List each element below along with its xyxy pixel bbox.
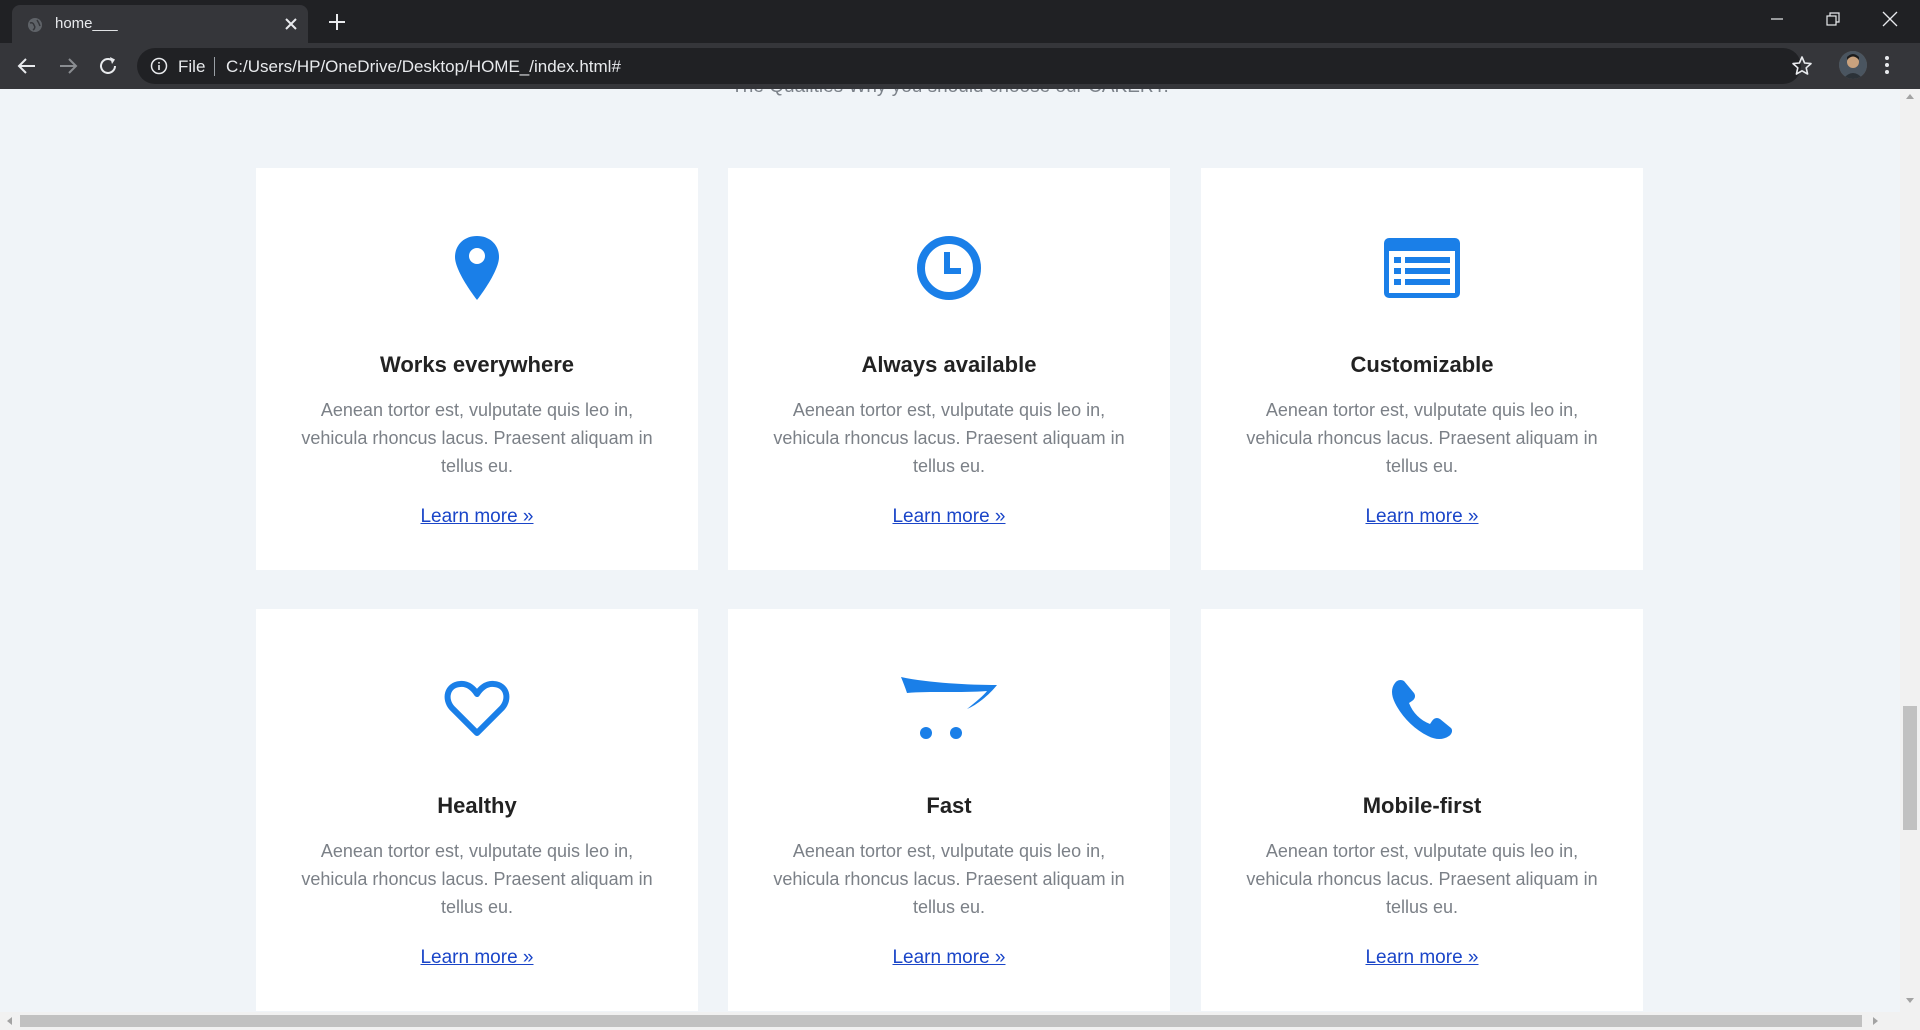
- learn-more-link[interactable]: Learn more »: [1201, 947, 1643, 969]
- browser-tab[interactable]: home___: [12, 5, 308, 43]
- restore-icon[interactable]: [1822, 8, 1844, 30]
- feature-card: Always available Aenean tortor est, vulp…: [728, 168, 1170, 570]
- feature-description: Aenean tortor est, vulputate quis leo in…: [1246, 841, 1598, 917]
- feature-title: Fast: [926, 793, 972, 818]
- feature-title: Mobile-first: [1362, 793, 1482, 818]
- section-subtitle: The Qualities Why you should choose our …: [0, 89, 1900, 98]
- feature-card: Fast Aenean tortor est, vulputate quis l…: [728, 609, 1170, 1011]
- feature-description: Aenean tortor est, vulputate quis leo in…: [301, 841, 653, 917]
- feature-description: Aenean tortor est, vulputate quis leo in…: [773, 400, 1125, 476]
- learn-more-link[interactable]: Learn more »: [1201, 506, 1643, 528]
- reload-icon[interactable]: [97, 55, 119, 77]
- learn-more-link[interactable]: Learn more »: [256, 947, 698, 969]
- scroll-down-arrow-icon[interactable]: [1906, 998, 1914, 1003]
- browser-toolbar: File C:/Users/HP/OneDrive/Desktop/HOME_/…: [0, 43, 1920, 89]
- new-tab-icon[interactable]: [326, 11, 348, 33]
- forward-icon[interactable]: [57, 55, 79, 77]
- scroll-up-arrow-icon[interactable]: [1906, 94, 1914, 99]
- feature-card: Healthy Aenean tortor est, vulputate qui…: [256, 609, 698, 1011]
- feature-card: Mobile-first Aenean tortor est, vulputat…: [1201, 609, 1643, 1011]
- feature-title: Works everywhere: [379, 352, 575, 377]
- profile-picture: [1839, 51, 1867, 79]
- horizontal-scroll-thumb[interactable]: [20, 1015, 1862, 1027]
- info-icon[interactable]: [150, 57, 168, 75]
- browser-menu-icon[interactable]: [1884, 54, 1890, 76]
- feature-card: Customizable Aenean tortor est, vulputat…: [1201, 168, 1643, 570]
- clock-icon: [917, 236, 981, 300]
- feature-title: Customizable: [1350, 352, 1494, 377]
- close-window-icon[interactable]: [1879, 8, 1901, 30]
- scroll-right-arrow-icon[interactable]: [1873, 1017, 1878, 1025]
- feature-description: Aenean tortor est, vulputate quis leo in…: [1246, 400, 1598, 476]
- page-viewport: The Qualities Why you should choose our …: [0, 89, 1900, 1012]
- globe-icon: [28, 18, 42, 32]
- profile-avatar[interactable]: [1839, 51, 1867, 79]
- learn-more-link[interactable]: Learn more »: [256, 506, 698, 528]
- scroll-left-arrow-icon[interactable]: [7, 1017, 12, 1025]
- phone-icon: [1392, 679, 1453, 739]
- feature-title: Healthy: [437, 793, 517, 818]
- scheme-label: File: [178, 57, 206, 76]
- browser-tab-bar: home___: [0, 0, 1920, 43]
- back-icon[interactable]: [16, 55, 38, 77]
- vertical-scroll-thumb[interactable]: [1903, 706, 1917, 830]
- feature-card: Works everywhere Aenean tortor est, vulp…: [256, 168, 698, 570]
- list-icon: [1384, 238, 1460, 298]
- learn-more-link[interactable]: Learn more »: [728, 947, 1170, 969]
- vertical-scrollbar[interactable]: [1900, 89, 1920, 1012]
- url-text[interactable]: C:/Users/HP/OneDrive/Desktop/HOME_/index…: [226, 57, 621, 77]
- heart-icon: [444, 680, 510, 736]
- tab-title: home___: [55, 15, 118, 32]
- feature-description: Aenean tortor est, vulputate quis leo in…: [301, 400, 653, 476]
- learn-more-link[interactable]: Learn more »: [728, 506, 1170, 528]
- map-pin-icon: [455, 236, 499, 300]
- feature-title: Always available: [861, 352, 1037, 377]
- minimize-icon[interactable]: [1766, 8, 1788, 30]
- bookmark-star-icon[interactable]: [1791, 55, 1813, 77]
- close-tab-icon[interactable]: [283, 16, 299, 32]
- cart-icon: [901, 677, 997, 739]
- horizontal-scrollbar[interactable]: [0, 1012, 1920, 1030]
- feature-description: Aenean tortor est, vulputate quis leo in…: [773, 841, 1125, 917]
- address-bar[interactable]: File C:/Users/HP/OneDrive/Desktop/HOME_/…: [137, 48, 1812, 84]
- address-separator: [214, 57, 215, 76]
